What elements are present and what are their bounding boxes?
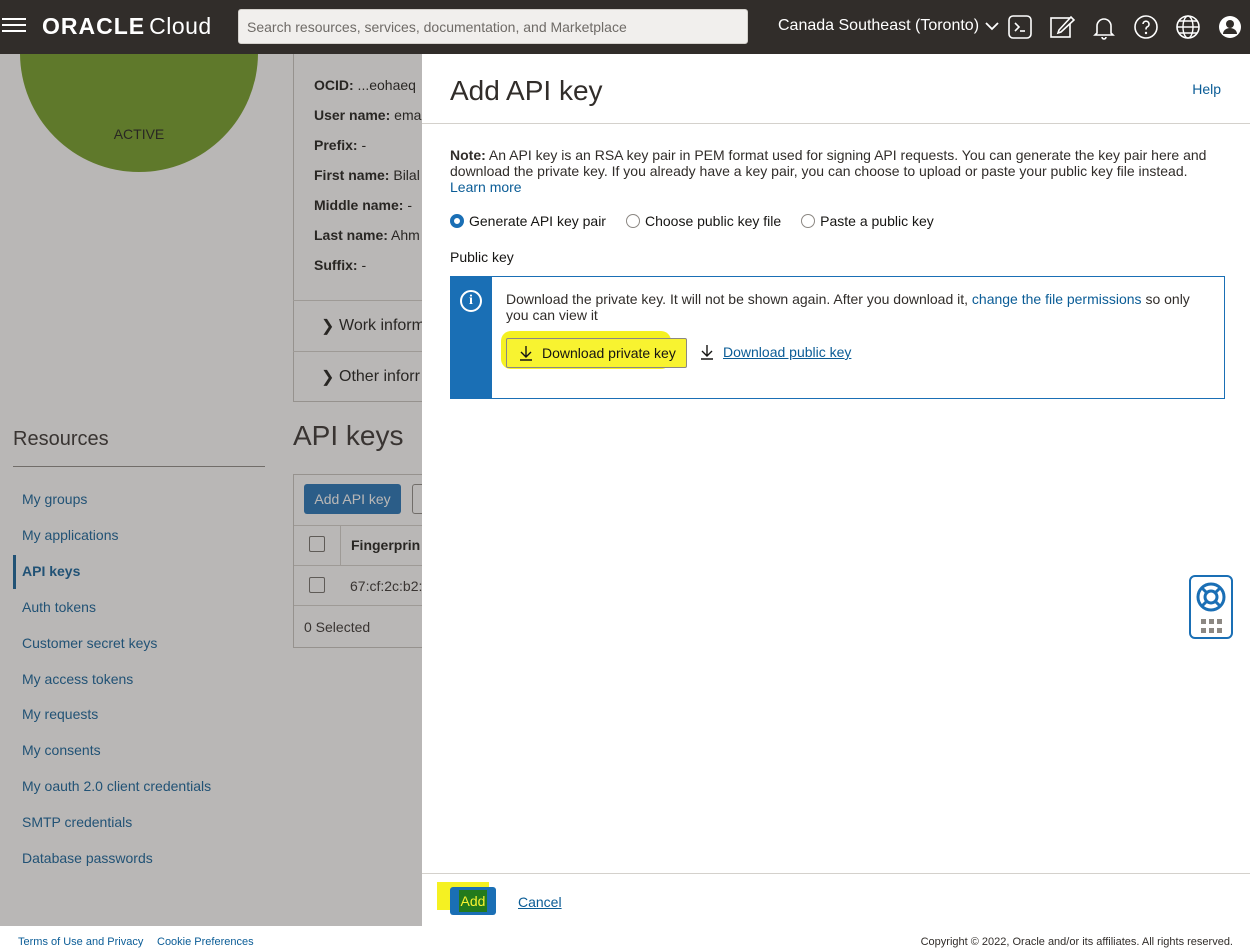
cloud-shell-icon[interactable] xyxy=(1007,14,1033,40)
grip-icon xyxy=(1201,619,1223,633)
public-key-label: Public key xyxy=(450,249,514,265)
region-label: Canada Southeast (Toronto) xyxy=(778,17,980,34)
info-message-text: Download the private key. It will not be… xyxy=(506,291,1190,323)
radio-generate-key-pair[interactable]: Generate API key pair xyxy=(450,213,606,229)
panel-title: Add API key xyxy=(450,75,603,106)
bell-notification-icon[interactable] xyxy=(1091,14,1117,40)
download-private-key-button[interactable]: Download private key xyxy=(506,338,687,368)
page-footer: Terms of Use and Privacy Cookie Preferen… xyxy=(0,926,1250,950)
download-public-key-link[interactable]: Download public key xyxy=(699,344,851,360)
floating-support-widget[interactable] xyxy=(1189,575,1233,639)
edit-icon[interactable] xyxy=(1049,14,1076,40)
radio-empty-icon xyxy=(625,214,640,228)
globe-language-icon[interactable] xyxy=(1175,14,1201,40)
hamburger-menu-icon[interactable] xyxy=(2,15,26,39)
radio-paste-public-key[interactable]: Paste a public key xyxy=(801,213,934,229)
learn-more-link[interactable]: Learn more xyxy=(450,179,522,195)
modal-backdrop[interactable] xyxy=(0,54,422,926)
cookie-preferences-link[interactable]: Cookie Preferences xyxy=(157,936,254,948)
info-icon: i xyxy=(460,290,482,312)
download-icon xyxy=(701,345,713,360)
radio-selected-icon xyxy=(450,214,464,228)
copyright-text: Copyright © 2022, Oracle and/or its affi… xyxy=(920,936,1233,948)
top-navigation-bar: ORACLECloud Canada Southeast (Toronto) xyxy=(0,0,1250,54)
lifebuoy-icon xyxy=(1196,582,1226,612)
region-selector[interactable]: Canada Southeast (Toronto) xyxy=(778,17,999,35)
radio-empty-icon xyxy=(801,214,816,228)
terms-link[interactable]: Terms of Use and Privacy xyxy=(18,936,143,948)
search-input[interactable] xyxy=(238,9,748,44)
info-strip: i xyxy=(451,277,492,398)
help-question-icon[interactable] xyxy=(1133,14,1159,40)
download-icon xyxy=(520,346,532,361)
key-source-radio-group: Generate API key pair Choose public key … xyxy=(450,213,954,229)
add-api-key-panel: Add API key Help Note: An API key is an … xyxy=(422,54,1250,926)
oracle-cloud-logo[interactable]: ORACLE Cloud xyxy=(42,13,212,40)
panel-footer: Add Cancel xyxy=(422,873,1250,926)
cancel-link[interactable]: Cancel xyxy=(518,894,562,910)
panel-header: Add API key Help xyxy=(422,54,1250,124)
change-file-permissions-link[interactable]: change the file permissions xyxy=(972,291,1142,307)
user-profile-icon[interactable] xyxy=(1217,14,1243,40)
note-text: Note: An API key is an RSA key pair in P… xyxy=(450,147,1207,195)
add-button[interactable]: Add xyxy=(450,887,496,915)
download-info-message: i Download the private key. It will not … xyxy=(450,276,1225,399)
chevron-down-icon xyxy=(985,22,999,31)
help-link[interactable]: Help xyxy=(1192,81,1221,97)
radio-choose-public-key-file[interactable]: Choose public key file xyxy=(625,213,781,229)
